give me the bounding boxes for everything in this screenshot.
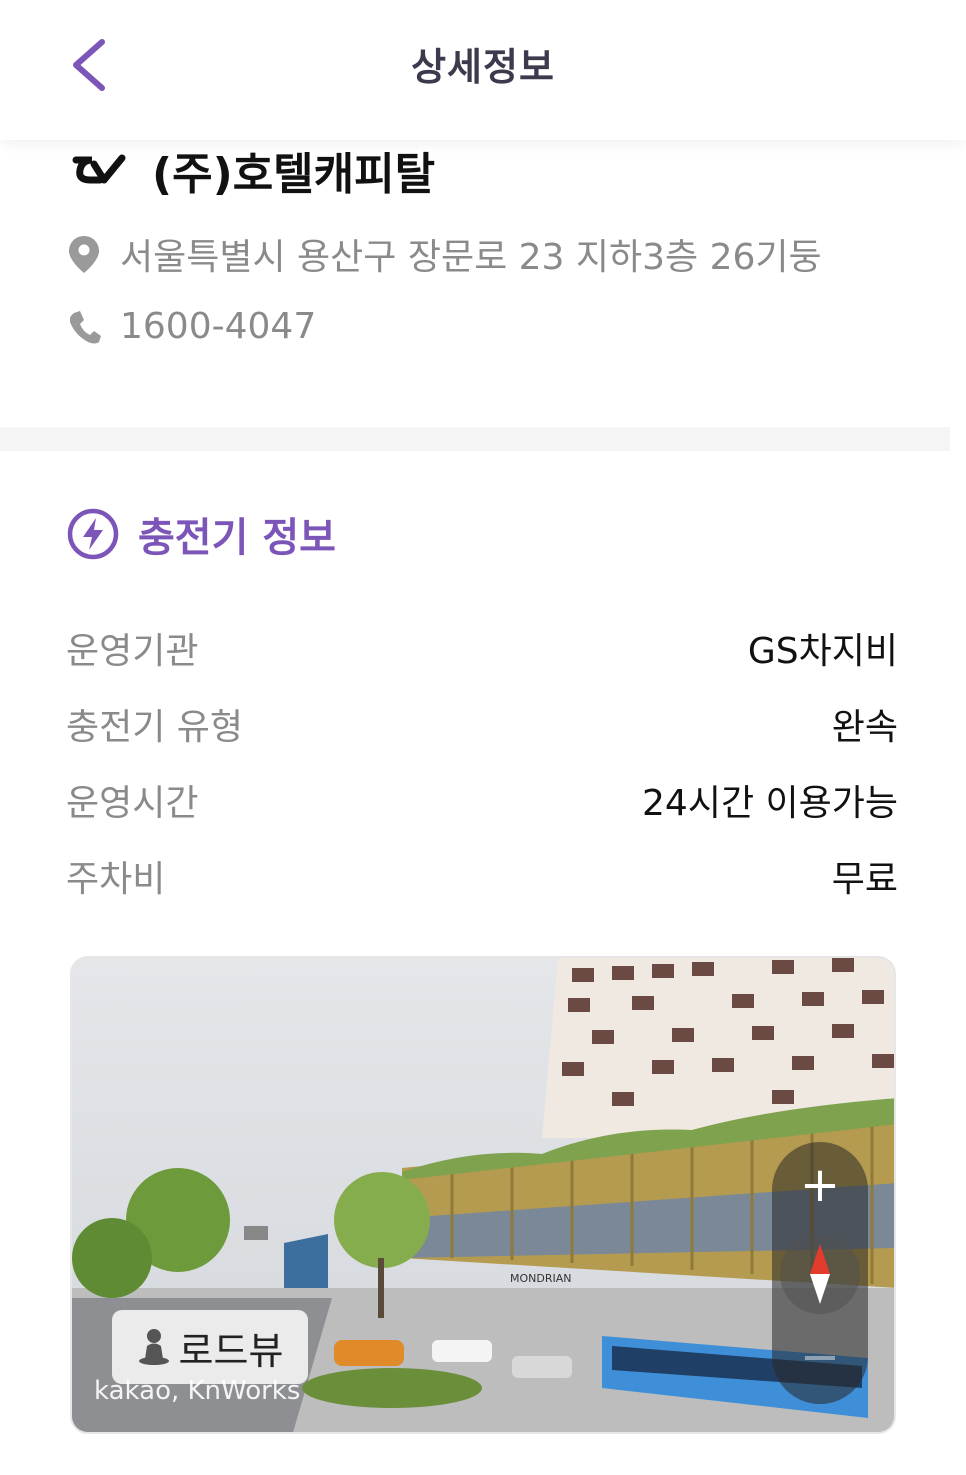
detail-value: 24시간 이용가능	[642, 783, 898, 824]
detail-value: GS차지비	[747, 631, 898, 672]
detail-label: 운영기관	[66, 631, 199, 672]
roadview-panel[interactable]: MONDRIAN 로드뷰 kakao, KnWorks + −	[70, 956, 896, 1434]
map-controls: + −	[772, 1142, 868, 1404]
address-row: 서울특별시 용산구 장문로 23 지하3층 26기둥	[66, 228, 822, 280]
compass-icon	[810, 1244, 830, 1304]
detail-value: 무료	[831, 859, 898, 900]
phone-icon	[69, 310, 101, 343]
phone-text[interactable]: 1600-4047	[120, 306, 316, 347]
compass-button[interactable]	[780, 1234, 860, 1314]
detail-row-charger-type: 충전기 유형 완속	[66, 694, 898, 754]
map-pin-icon	[69, 236, 99, 273]
section-title: 충전기 정보	[138, 515, 336, 561]
detail-label: 주차비	[66, 859, 166, 900]
detail-row-parking-fee: 주차비 무료	[66, 846, 898, 906]
detail-label: 충전기 유형	[66, 707, 244, 748]
section-divider	[0, 427, 950, 451]
address-text: 서울특별시 용산구 장문로 23 지하3층 26기둥	[120, 237, 822, 278]
phone-row[interactable]: 1600-4047	[66, 306, 316, 347]
station-name: (주)호텔캐피탈	[152, 149, 436, 200]
page-title: 상세정보	[411, 45, 555, 89]
zoom-out-button[interactable]: −	[772, 1322, 868, 1392]
charger-info-header: 충전기 정보	[66, 505, 336, 563]
lightning-circle-icon	[67, 508, 119, 560]
detail-value: 완속	[831, 707, 898, 748]
detail-row-hours: 운영시간 24시간 이용가능	[66, 770, 898, 830]
station-header: (주)호텔캐피탈	[70, 140, 435, 200]
zoom-in-button[interactable]: +	[772, 1150, 868, 1220]
detail-row-operator: 운영기관 GS차지비	[66, 618, 898, 678]
mondrian-sign: MONDRIAN	[510, 1272, 572, 1285]
roadview-button[interactable]: 로드뷰	[112, 1310, 308, 1384]
brand-logo	[72, 154, 126, 184]
top-app-bar: 상세정보	[0, 0, 966, 140]
person-icon	[138, 1329, 169, 1365]
detail-label: 운영시간	[66, 783, 199, 824]
kakao-watermark: kakao, KnWorks	[94, 1376, 301, 1406]
roadview-label: 로드뷰	[178, 1328, 284, 1373]
